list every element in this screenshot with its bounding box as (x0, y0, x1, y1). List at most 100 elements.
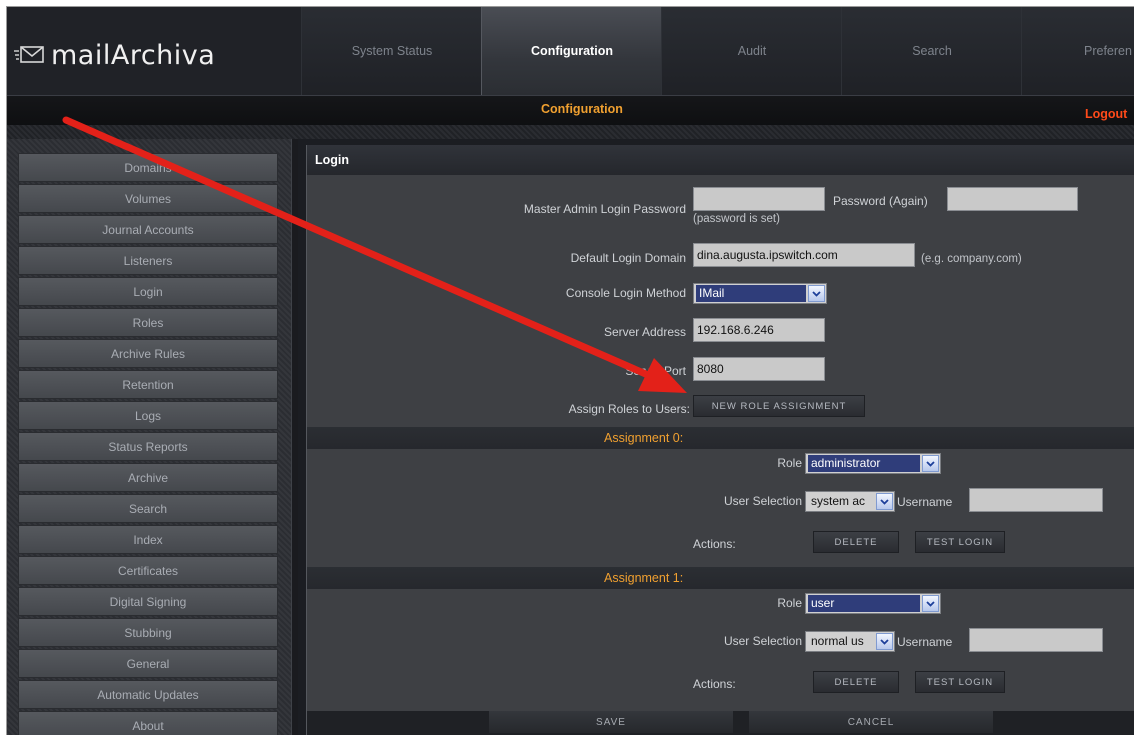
sidebar-item-stubbing[interactable]: Stubbing (18, 618, 278, 647)
divider (7, 125, 1134, 139)
sidebar-item-digital-signing[interactable]: Digital Signing (18, 587, 278, 616)
sidebar-item-label: Stubbing (124, 625, 172, 640)
username-input[interactable] (969, 628, 1103, 652)
sidebar-item-archive[interactable]: Archive (18, 463, 278, 492)
sidebar-item-domains[interactable]: Domains (18, 153, 278, 182)
new-role-assignment-button[interactable]: NEW ROLE ASSIGNMENT (693, 395, 865, 417)
sidebar-item-certificates[interactable]: Certificates (18, 556, 278, 585)
logout-link[interactable]: Logout (1085, 107, 1127, 121)
sidebar-item-listeners[interactable]: Listeners (18, 246, 278, 275)
main-panel: Login Master Admin Login Password Passwo… (306, 145, 1134, 735)
default-domain-hint: (e.g. company.com) (921, 253, 1022, 265)
sidebar-item-automatic-updates[interactable]: Automatic Updates (18, 680, 278, 709)
delete-button[interactable]: DELETE (813, 671, 899, 693)
section-title: Login (307, 145, 1134, 175)
sidebar-item-label: Search (128, 501, 168, 516)
app-window: mailArchiva System Status Configuration … (6, 6, 1134, 735)
sidebar-item-label: Certificates (117, 563, 179, 578)
sub-header: Configuration Logout (7, 95, 1134, 126)
sidebar-item-label: Listeners (123, 253, 173, 268)
user-selection-label: User Selection (723, 494, 802, 508)
default-domain-label: Default Login Domain (570, 251, 686, 265)
user-selection-label: User Selection (723, 634, 802, 648)
user-selection-select[interactable]: normal us (805, 631, 895, 652)
logo: mailArchiva (13, 35, 215, 75)
console-method-label: Console Login Method (565, 286, 686, 300)
sidebar-item-archive-rules[interactable]: Archive Rules (18, 339, 278, 368)
sidebar-item-label: Index (133, 532, 163, 547)
sidebar-item-label: General (126, 656, 170, 671)
console-method-value: IMail (696, 285, 806, 302)
chevron-down-icon (922, 595, 939, 612)
server-port-label: Server Port (625, 364, 686, 378)
test-login-button[interactable]: TEST LOGIN (915, 531, 1005, 553)
sidebar-item-label: Status Reports (108, 439, 188, 454)
sidebar-item-roles[interactable]: Roles (18, 308, 278, 337)
divider (291, 139, 298, 735)
logo-text: mailArchiva (51, 39, 216, 71)
sidebar-item-label: Retention (122, 377, 174, 392)
role-select[interactable]: administrator (805, 453, 941, 474)
sidebar-item-index[interactable]: Index (18, 525, 278, 554)
sidebar: Domains Volumes Journal Accounts Listene… (7, 139, 291, 735)
console-method-select[interactable]: IMail (693, 283, 827, 304)
sidebar-item-about[interactable]: About (18, 711, 278, 735)
server-address-label: Server Address (603, 325, 686, 339)
sidebar-item-volumes[interactable]: Volumes (18, 184, 278, 213)
tab-configuration[interactable]: Configuration (481, 7, 662, 95)
assignment-title: Assignment 0: (604, 431, 684, 445)
actions-label: Actions: (693, 537, 736, 551)
user-selection-value: normal us (811, 634, 864, 648)
server-port-input[interactable] (693, 357, 825, 381)
sidebar-item-label: Volumes (124, 191, 172, 206)
role-value: administrator (808, 455, 920, 472)
test-login-button[interactable]: TEST LOGIN (915, 671, 1005, 693)
password-again-input[interactable] (947, 187, 1078, 211)
save-button[interactable]: SAVE (489, 711, 733, 733)
cancel-button[interactable]: CANCEL (749, 711, 993, 733)
assignment-title: Assignment 1: (604, 571, 684, 585)
tab-audit[interactable]: Audit (661, 7, 842, 95)
password-again-label: Password (Again) (833, 194, 928, 208)
role-label: Role (777, 456, 802, 470)
breadcrumb: Configuration (541, 102, 623, 116)
sidebar-item-label: Roles (132, 315, 164, 330)
master-password-input[interactable] (693, 187, 825, 211)
master-password-label: Master Admin Login Password (523, 202, 686, 216)
sidebar-item-label: Journal Accounts (102, 222, 194, 237)
sidebar-item-label: About (132, 718, 164, 733)
sidebar-item-label: Login (133, 284, 163, 299)
server-address-input[interactable] (693, 318, 825, 342)
tab-label: Audit (737, 44, 767, 58)
role-value: user (808, 595, 920, 612)
chevron-down-icon (808, 285, 825, 302)
username-label: Username (897, 635, 953, 649)
tab-label: Configuration (531, 44, 613, 58)
sidebar-item-general[interactable]: General (18, 649, 278, 678)
tab-system-status[interactable]: System Status (301, 7, 482, 95)
tab-label: Preferen (1084, 44, 1132, 58)
sidebar-item-status-reports[interactable]: Status Reports (18, 432, 278, 461)
sidebar-item-login[interactable]: Login (18, 277, 278, 306)
chevron-down-icon (876, 493, 893, 510)
role-select[interactable]: user (805, 593, 941, 614)
user-selection-select[interactable]: system ac (805, 491, 895, 512)
tab-search[interactable]: Search (841, 7, 1022, 95)
username-label: Username (897, 495, 953, 509)
sidebar-item-retention[interactable]: Retention (18, 370, 278, 399)
sidebar-item-logs[interactable]: Logs (18, 401, 278, 430)
tab-label: System Status (351, 44, 433, 58)
chevron-down-icon (922, 455, 939, 472)
top-navigation: mailArchiva System Status Configuration … (7, 7, 1134, 95)
sidebar-item-label: Automatic Updates (97, 687, 199, 702)
sidebar-item-label: Digital Signing (109, 594, 187, 609)
sidebar-item-label: Domains (124, 160, 172, 175)
sidebar-item-search[interactable]: Search (18, 494, 278, 523)
sidebar-item-journal-accounts[interactable]: Journal Accounts (18, 215, 278, 244)
default-domain-input[interactable] (693, 243, 915, 267)
username-input[interactable] (969, 488, 1103, 512)
chevron-down-icon (876, 633, 893, 650)
delete-button[interactable]: DELETE (813, 531, 899, 553)
sidebar-item-label: Archive (127, 470, 168, 485)
tab-preferences[interactable]: Preferen (1021, 7, 1134, 95)
